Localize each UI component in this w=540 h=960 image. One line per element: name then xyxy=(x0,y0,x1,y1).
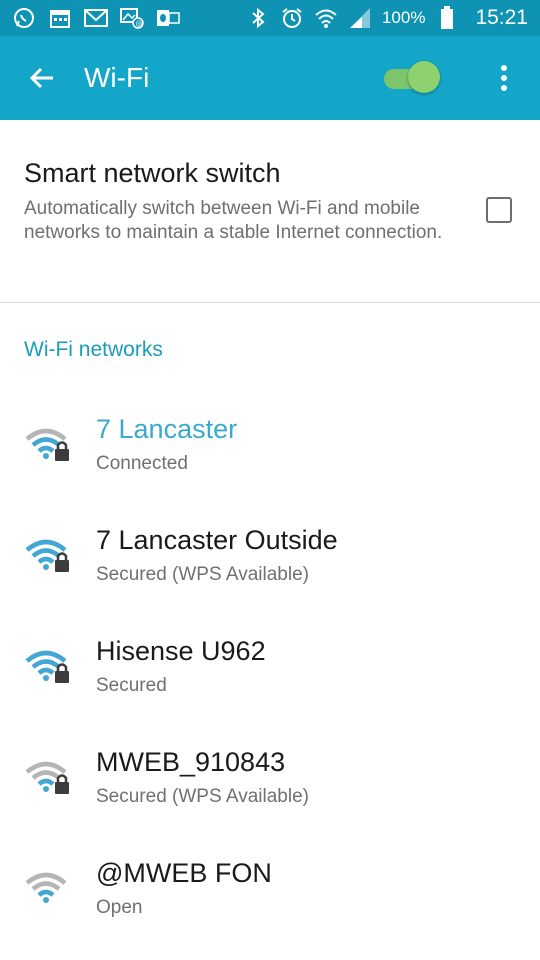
back-arrow-icon xyxy=(29,67,53,89)
battery-icon xyxy=(435,6,459,30)
gmail-icon xyxy=(84,6,108,30)
smart-network-switch-row[interactable]: Smart network switch Automatically switc… xyxy=(0,120,540,302)
wifi-network-list: 7 Lancaster Connected 7 Lancaster Outsid… xyxy=(0,386,540,941)
signal-icon xyxy=(348,6,372,30)
outlook-icon xyxy=(156,6,180,30)
more-options-button[interactable] xyxy=(486,58,522,98)
back-button[interactable] xyxy=(22,58,62,98)
divider xyxy=(0,302,540,303)
network-item[interactable]: 7 Lancaster Outside Secured (WPS Availab… xyxy=(0,497,540,608)
network-name: @MWEB FON xyxy=(96,858,272,888)
smart-network-switch-description: Automatically switch between Wi-Fi and m… xyxy=(24,198,443,243)
network-status: Connected xyxy=(96,453,188,474)
wifi-signal-locked-icon xyxy=(25,539,69,572)
wifi-master-toggle[interactable] xyxy=(380,60,444,96)
toggle-thumb xyxy=(408,61,440,93)
network-name: MWEB_910843 xyxy=(96,747,286,777)
network-status: Open xyxy=(96,897,143,918)
network-item[interactable]: MWEB_910843 Secured (WPS Available) xyxy=(0,719,540,830)
network-status: Secured (WPS Available) xyxy=(96,564,309,585)
network-name: 7 Lancaster Outside xyxy=(96,525,338,555)
bluetooth-icon xyxy=(246,6,270,30)
wifi-signal-locked-icon xyxy=(25,761,69,794)
wifi-signal-open-icon xyxy=(25,872,67,903)
whatsapp-icon xyxy=(12,6,36,30)
network-item[interactable]: Hisense U962 Secured xyxy=(0,608,540,719)
battery-percentage: 100% xyxy=(381,8,426,27)
more-vert-icon xyxy=(501,65,507,91)
status-bar: @ 100% 15:21 xyxy=(0,0,540,36)
smart-network-switch-title: Smart network switch xyxy=(24,158,281,188)
clock: 15:21 xyxy=(475,6,528,29)
wifi-status-icon xyxy=(314,6,338,30)
alarm-icon xyxy=(280,6,304,30)
network-name: Hisense U962 xyxy=(96,636,266,666)
network-status: Secured xyxy=(96,675,167,696)
svg-text:@: @ xyxy=(136,20,143,28)
image-email-icon: @ xyxy=(120,6,144,30)
smart-network-switch-checkbox[interactable] xyxy=(486,197,512,223)
wifi-networks-header: Wi-Fi networks xyxy=(24,338,163,361)
system-status: 100% 15:21 xyxy=(246,6,528,30)
wifi-signal-locked-icon xyxy=(25,650,69,683)
calendar-icon xyxy=(48,6,72,30)
network-item[interactable]: 7 Lancaster Connected xyxy=(0,386,540,497)
network-item[interactable]: @MWEB FON Open xyxy=(0,830,540,941)
app-bar: Wi-Fi xyxy=(0,36,540,120)
network-status: Secured (WPS Available) xyxy=(96,786,309,807)
notification-icons: @ xyxy=(12,6,180,30)
network-name: 7 Lancaster xyxy=(96,414,238,444)
page-title: Wi-Fi xyxy=(84,62,150,93)
wifi-signal-locked-icon xyxy=(25,428,69,461)
